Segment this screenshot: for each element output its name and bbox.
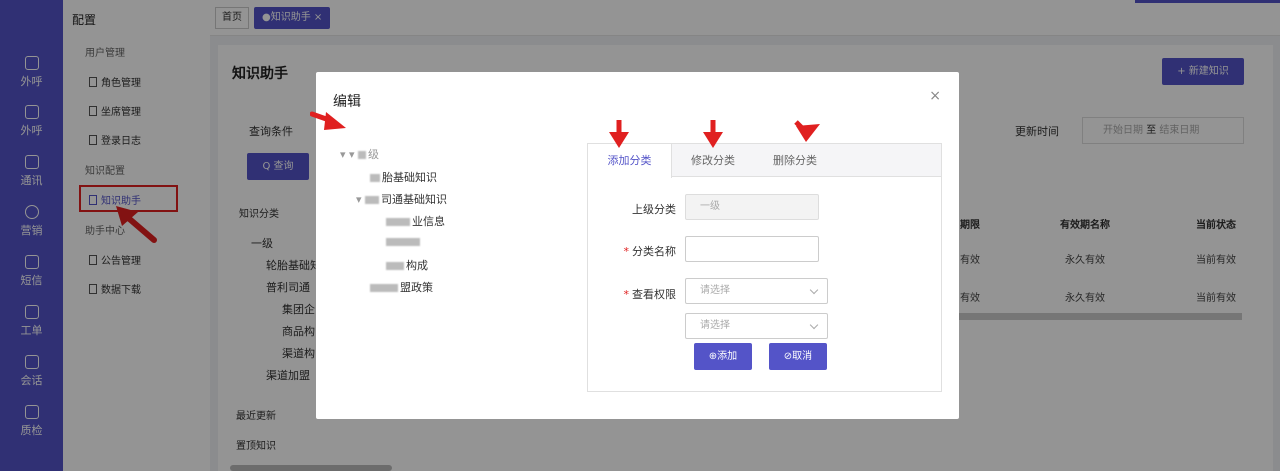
category-panel: 添加分类 修改分类 删除分类 上级分类 一级 * 分类名称 * 查看权限 请选择 请…: [587, 143, 942, 392]
chevron-down-icon: [809, 285, 819, 295]
tab-delete-category[interactable]: 删除分类: [754, 144, 836, 177]
select-placeholder: 请选择: [700, 285, 730, 296]
parent-category-field: 一级: [685, 194, 819, 220]
permission-select[interactable]: 请选择: [685, 278, 828, 304]
tree-node-label: 胎基础知识: [382, 171, 437, 184]
modal-tree-node[interactable]: ▾ ▾ 级: [340, 146, 379, 162]
redacted-text: [386, 262, 404, 270]
category-tabs: 添加分类 修改分类 删除分类: [588, 144, 941, 178]
redacted-text: [386, 238, 420, 246]
required-mark: *: [623, 288, 630, 301]
field-label-text: 查看权限: [632, 288, 676, 301]
annotation-arrow-icon: [703, 120, 723, 148]
chevron-down-icon: [809, 320, 819, 330]
modal-tree-node[interactable]: 构成: [386, 257, 428, 273]
close-icon[interactable]: ×: [929, 88, 941, 104]
tree-node-label: 盟政策: [400, 281, 433, 294]
cancel-button[interactable]: ⊘取消: [769, 343, 827, 370]
category-name-input[interactable]: [685, 236, 819, 262]
app-root: 外呼 外呼 通讯 营销 短信 工单 会话 质检 配置 用户管理 角色管理 坐席管…: [0, 0, 1280, 471]
tree-node-label: 构成: [406, 259, 428, 272]
redacted-text: [370, 174, 380, 182]
redacted-text: [370, 284, 398, 292]
required-mark: *: [623, 245, 630, 258]
parent-category-label: 上级分类: [632, 203, 676, 216]
modal-tree-node[interactable]: 业信息: [386, 213, 445, 229]
annotation-arrow-icon: [310, 111, 346, 130]
modal-tree-node[interactable]: 胎基础知识: [370, 169, 437, 185]
permission-select-2[interactable]: 请选择: [685, 313, 828, 339]
field-label-text: 分类名称: [632, 245, 676, 258]
redacted-text: [358, 151, 367, 159]
annotation-arrow-icon: [609, 120, 629, 148]
edit-modal: 编辑 × ▾ ▾ 级 胎基础知识 ▾ 司通基础知识 业信息 构成 盟政策 添加分…: [310, 72, 959, 419]
tree-node-label: 司通基础知识: [381, 193, 448, 206]
tree-node-label: 业信息: [412, 215, 445, 228]
add-button[interactable]: ⊕添加: [694, 343, 752, 370]
annotation-arrow-icon: [794, 120, 820, 142]
redacted-text: [386, 218, 410, 226]
modal-tree-node[interactable]: 盟政策: [370, 279, 433, 295]
tab-add-category[interactable]: 添加分类: [588, 144, 672, 178]
select-placeholder: 请选择: [700, 320, 730, 331]
category-name-label: * 分类名称: [586, 243, 677, 259]
modal-tree-node[interactable]: [386, 235, 422, 248]
modal-tree-node[interactable]: ▾ 司通基础知识: [356, 191, 447, 207]
view-permission-label: * 查看权限: [586, 286, 677, 302]
tree-node-label: 级: [368, 148, 380, 161]
redacted-text: [365, 196, 380, 204]
